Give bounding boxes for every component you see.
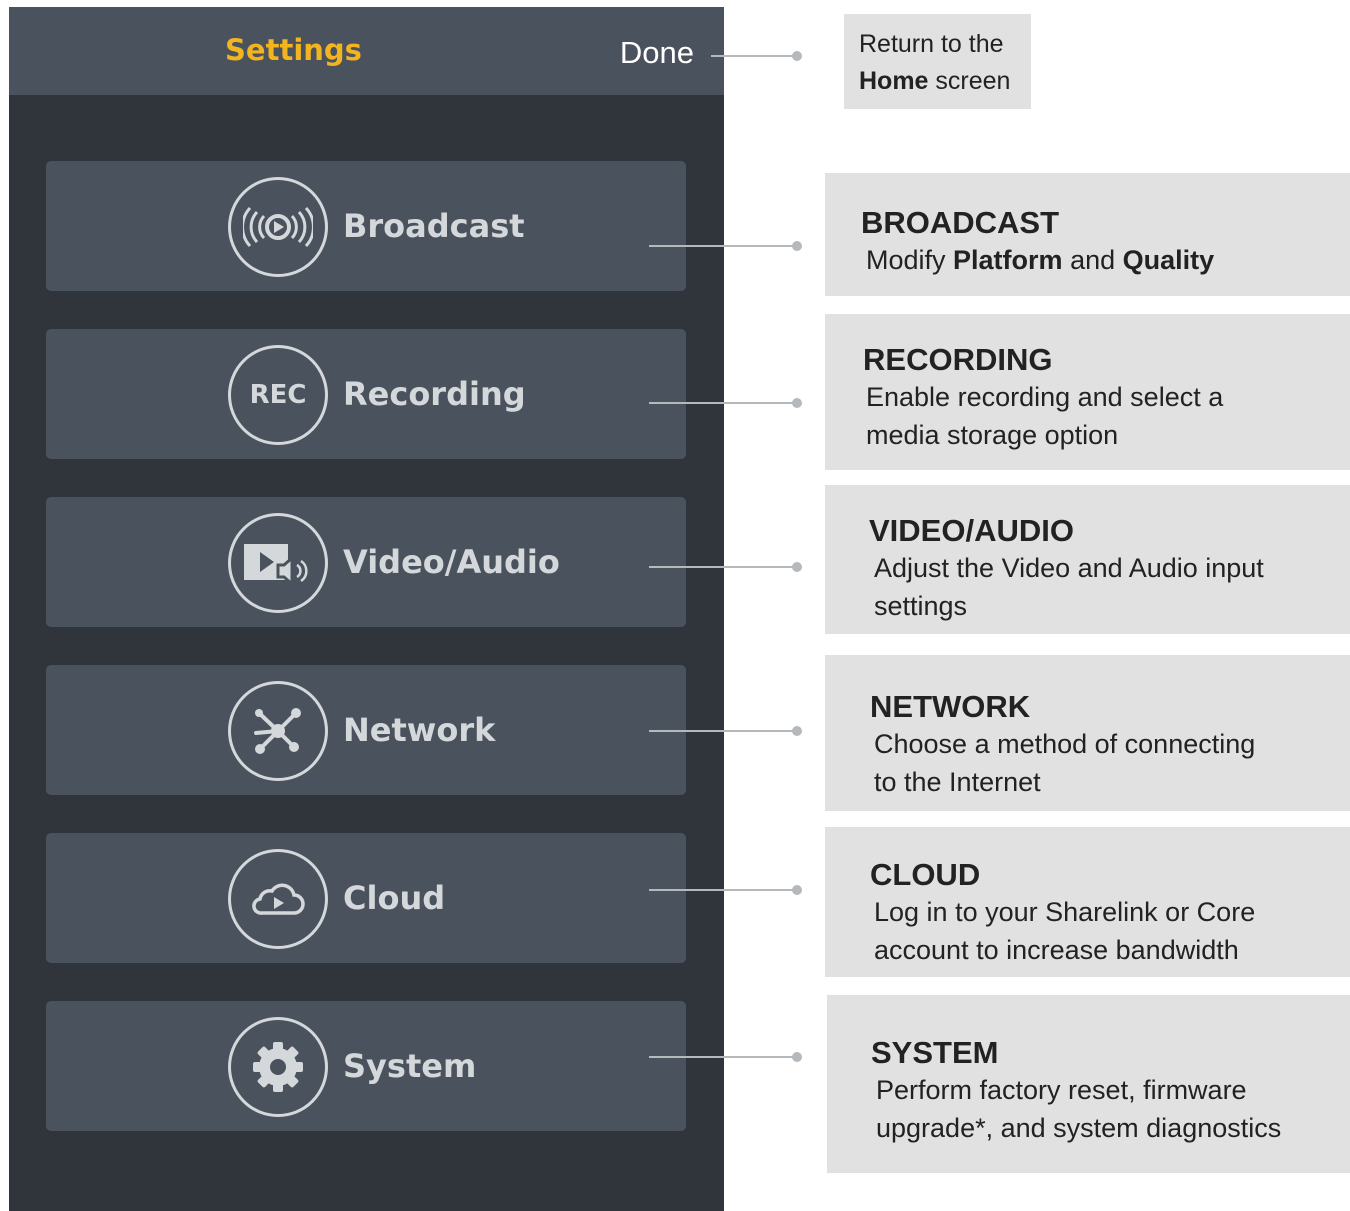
rec-icon: REC [228, 345, 328, 445]
callout-done-bold: Home [859, 67, 929, 95]
video-audio-icon [228, 513, 328, 613]
callout-title: CLOUD [870, 857, 981, 892]
connector-line [649, 730, 797, 732]
connector-dot [792, 726, 802, 736]
callout-desc-bold1: Platform [953, 245, 1063, 275]
menu-item-cloud[interactable]: Cloud [46, 833, 686, 963]
menu-item-broadcast[interactable]: Broadcast [46, 161, 686, 291]
callout-desc-line2: settings [874, 591, 968, 621]
callout-desc-line1: Log in to your Sharelink or Core [874, 897, 1256, 927]
done-button[interactable]: Done [620, 35, 694, 71]
menu-item-video-audio[interactable]: Video/Audio [46, 497, 686, 627]
callout-desc-line2: media storage option [866, 420, 1119, 450]
callout-desc-bold2: Quality [1122, 245, 1215, 275]
connector-line [649, 889, 797, 891]
callout-title: VIDEO/AUDIO [869, 513, 1074, 548]
menu-item-recording[interactable]: REC Recording [46, 329, 686, 459]
rec-icon-text: REC [249, 380, 307, 410]
connector-dot [792, 885, 802, 895]
connector-dot [792, 1052, 802, 1062]
network-icon [228, 681, 328, 781]
callout-desc-line1: Choose a method of connecting [874, 729, 1256, 759]
callout-title: NETWORK [870, 689, 1031, 724]
connector-line [649, 402, 797, 404]
menu-item-label: Recording [343, 375, 526, 413]
page-title: Settings [9, 33, 724, 67]
callout-desc-mid: and [1062, 245, 1123, 275]
gear-icon [228, 1017, 328, 1117]
callout-desc: Modify Platform and Quality [861, 241, 1350, 279]
callout-desc-line2: upgrade*, and system diagnostics [876, 1113, 1282, 1143]
menu-item-network[interactable]: Network [46, 665, 686, 795]
callout-done: Return to the Home screen [844, 14, 1031, 109]
broadcast-icon [228, 177, 328, 277]
menu-item-label: Cloud [343, 879, 446, 917]
callout-system: SYSTEM Perform factory reset, firmware u… [827, 995, 1350, 1173]
callout-desc-line1: Adjust the Video and Audio input [874, 553, 1264, 583]
callout-title: BROADCAST [861, 205, 1060, 240]
callout-network: NETWORK Choose a method of connecting to… [825, 655, 1350, 811]
connector-line [649, 1056, 797, 1058]
callout-done-line2: Home screen [859, 63, 1031, 100]
menu-item-system[interactable]: System [46, 1001, 686, 1131]
menu-item-label: Broadcast [343, 207, 525, 245]
connector-dot [792, 398, 802, 408]
nav-bar: Settings Done [9, 7, 724, 95]
callout-recording: RECORDING Enable recording and select a … [825, 314, 1350, 470]
callout-desc-line1: Enable recording and select a [866, 382, 1224, 412]
callout-desc-line1: Perform factory reset, firmware [876, 1075, 1247, 1105]
callout-title: RECORDING [863, 342, 1053, 377]
callout-desc-prefix: Modify [866, 245, 954, 275]
page-title-text: Settings [225, 33, 362, 67]
connector-dot [792, 241, 802, 251]
connector-dot [792, 562, 802, 572]
callout-video-audio: VIDEO/AUDIO Adjust the Video and Audio i… [825, 485, 1350, 634]
menu-item-label: Network [343, 711, 496, 749]
callout-done-rest: screen [928, 67, 1011, 95]
connector-line [649, 245, 797, 247]
callout-title: SYSTEM [871, 1035, 999, 1070]
cloud-icon [228, 849, 328, 949]
connector-line [649, 566, 797, 568]
connector-dot [792, 51, 802, 61]
callout-desc-line2: to the Internet [874, 767, 1041, 797]
menu-item-label: Video/Audio [343, 543, 560, 581]
callout-cloud: CLOUD Log in to your Sharelink or Core a… [825, 827, 1350, 977]
callout-done-line1: Return to the [859, 30, 1004, 58]
callout-desc-line2: account to increase bandwidth [874, 935, 1239, 965]
menu-item-label: System [343, 1047, 477, 1085]
callout-broadcast: BROADCAST Modify Platform and Quality [825, 173, 1350, 296]
settings-screen: Settings Done Broadcast REC Recording Vi… [9, 7, 724, 1211]
connector-line [711, 55, 797, 57]
